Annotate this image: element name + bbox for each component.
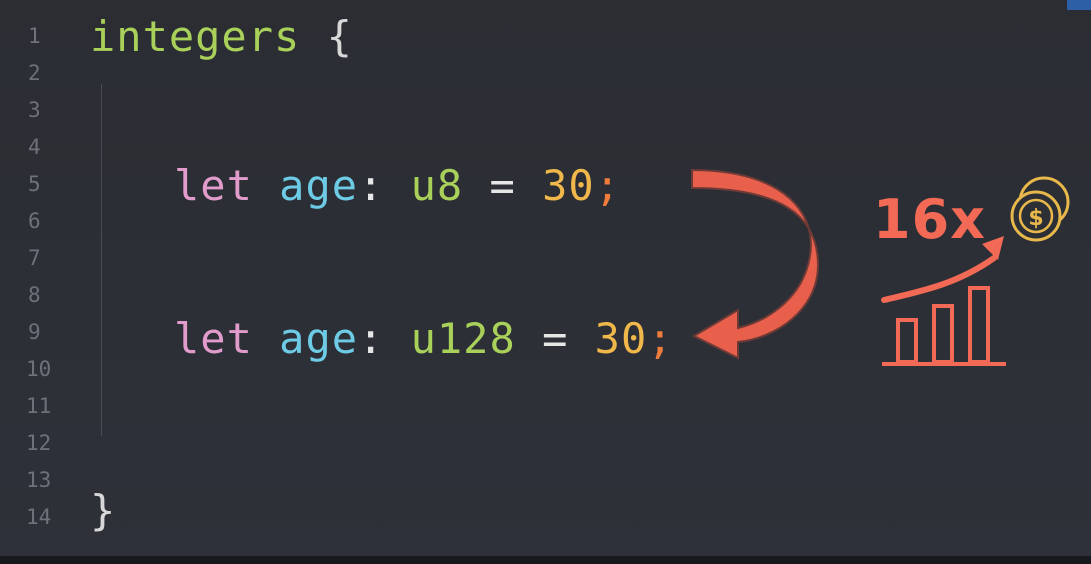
semicolon: ;: [647, 314, 674, 363]
line-number: 10: [26, 357, 52, 381]
line-number-gutter: 1 2 3 4 5 6 7 8 9 10 11 12 13 14: [0, 0, 70, 564]
line-number: 6: [28, 209, 41, 233]
let-keyword: let: [174, 161, 253, 210]
variable-name: age: [279, 161, 359, 210]
line-number: 8: [28, 283, 41, 307]
indent-guide: [101, 84, 102, 436]
colon: :: [358, 314, 385, 363]
line-number: 4: [28, 135, 41, 159]
corner-mark-icon: [1067, 0, 1091, 10]
number-literal: 30: [594, 314, 648, 363]
type-annotation: u128: [410, 314, 516, 363]
line-number: 9: [28, 320, 41, 344]
growth-chart-coins-icon: $: [881, 176, 1070, 366]
line-number: 11: [26, 394, 52, 418]
line-number: 1: [28, 24, 41, 48]
number-literal: 30: [542, 161, 595, 210]
code-line-1[interactable]: integers {: [90, 12, 353, 61]
svg-text:$: $: [1028, 206, 1043, 231]
code-line-14[interactable]: }: [90, 486, 116, 535]
type-annotation: u8: [410, 161, 464, 210]
line-number: 13: [26, 468, 52, 492]
equals-sign: =: [542, 314, 569, 363]
block-name: integers: [90, 12, 301, 61]
equals-sign: =: [489, 161, 516, 210]
line-number: 2: [28, 61, 41, 85]
line-number: 5: [28, 172, 41, 196]
line-number: 3: [28, 98, 41, 122]
colon: :: [358, 161, 385, 210]
variable-name: age: [279, 314, 359, 363]
curved-arrow-icon: [691, 168, 820, 360]
line-number: 12: [26, 431, 52, 455]
let-keyword: let: [174, 314, 253, 363]
code-line-5[interactable]: let age: u8 = 30;: [174, 161, 621, 210]
line-number: 7: [28, 246, 41, 270]
code-line-9[interactable]: let age: u128 = 30;: [174, 314, 674, 363]
line-number: 14: [26, 505, 52, 529]
close-brace: }: [90, 486, 117, 535]
semicolon: ;: [594, 161, 621, 210]
open-brace: {: [326, 12, 353, 61]
bottom-bar: [0, 556, 1091, 564]
